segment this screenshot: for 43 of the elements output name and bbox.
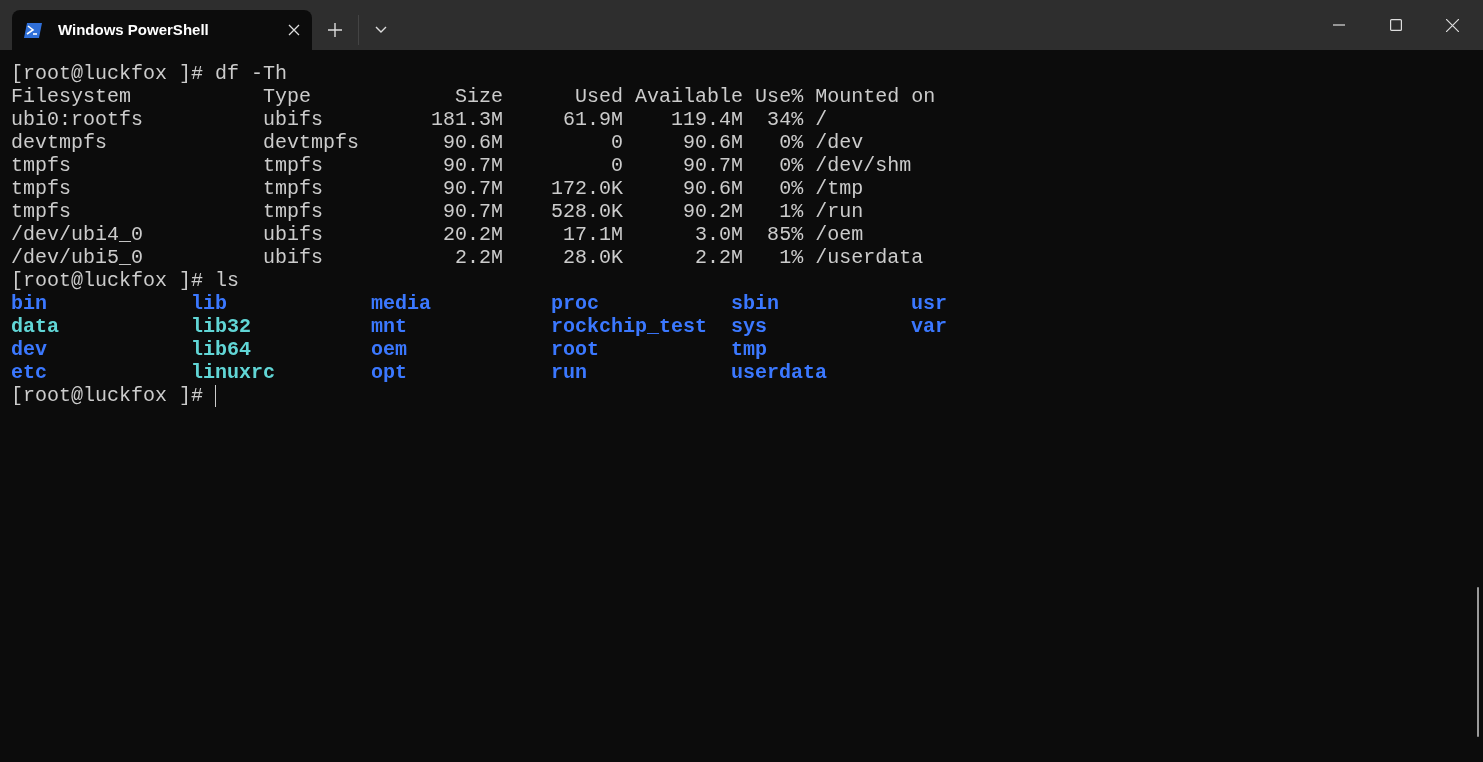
- terminal-line: devtmpfs devtmpfs 90.6M 0 90.6M 0% /dev: [11, 131, 864, 154]
- close-tab-icon[interactable]: [288, 24, 300, 36]
- file-name: lib64: [191, 338, 251, 361]
- file-name: etc: [11, 361, 47, 384]
- file-name: linuxrc: [191, 361, 275, 384]
- file-name: var: [911, 315, 947, 338]
- file-name: proc: [551, 292, 599, 315]
- file-name: usr: [911, 292, 947, 315]
- dropdown-chevron-icon[interactable]: [375, 26, 387, 34]
- terminal-line: /dev/ubi5_0 ubifs 2.2M 28.0K 2.2M 1% /userdata: [11, 246, 924, 269]
- terminal-line: tmpfs tmpfs 90.7M 0 90.7M 0% /dev/shm: [11, 154, 912, 177]
- terminal-line: Filesystem Type Size Used Available Use% Mounted on: [11, 85, 936, 108]
- text-cursor: [215, 384, 217, 407]
- file-name: opt: [371, 361, 407, 384]
- shell-prompt: [root@luckfox ]#: [11, 384, 204, 407]
- file-name: root: [551, 338, 599, 361]
- terminal-line: tmpfs tmpfs 90.7M 528.0K 90.2M 1% /run: [11, 200, 864, 223]
- new-tab-icon[interactable]: [328, 23, 342, 37]
- close-window-icon[interactable]: [1446, 18, 1459, 32]
- file-name: bin: [11, 292, 47, 315]
- file-name: dev: [11, 338, 47, 361]
- file-name: sys: [731, 315, 767, 338]
- file-name: tmp: [731, 338, 767, 361]
- file-name: sbin: [731, 292, 779, 315]
- file-name: lib32: [191, 315, 251, 338]
- file-name: media: [371, 292, 431, 315]
- file-name: mnt: [371, 315, 407, 338]
- file-name: oem: [371, 338, 407, 361]
- tab-title: Windows PowerShell: [58, 19, 210, 40]
- file-name: lib: [191, 292, 227, 315]
- terminal-line: /dev/ubi4_0 ubifs 20.2M 17.1M 3.0M 85% /oem: [11, 223, 864, 246]
- maximize-icon[interactable]: [1390, 19, 1402, 31]
- file-name: rockchip_test: [551, 315, 708, 338]
- terminal-line: [root@luckfox ]# df -Th: [11, 62, 288, 85]
- terminal-line: ubi0:rootfs ubifs 181.3M 61.9M 119.4M 34% /: [11, 108, 828, 131]
- file-name: userdata: [731, 361, 827, 384]
- file-name: run: [551, 361, 587, 384]
- powershell-icon: [24, 22, 42, 38]
- terminal-line: tmpfs tmpfs 90.7M 172.0K 90.6M 0% /tmp: [11, 177, 864, 200]
- terminal-tab[interactable]: Windows PowerShell: [12, 10, 312, 50]
- file-name: data: [11, 315, 59, 338]
- scrollbar-thumb[interactable]: [1477, 587, 1479, 737]
- terminal-line: [root@luckfox ]# ls: [11, 269, 240, 292]
